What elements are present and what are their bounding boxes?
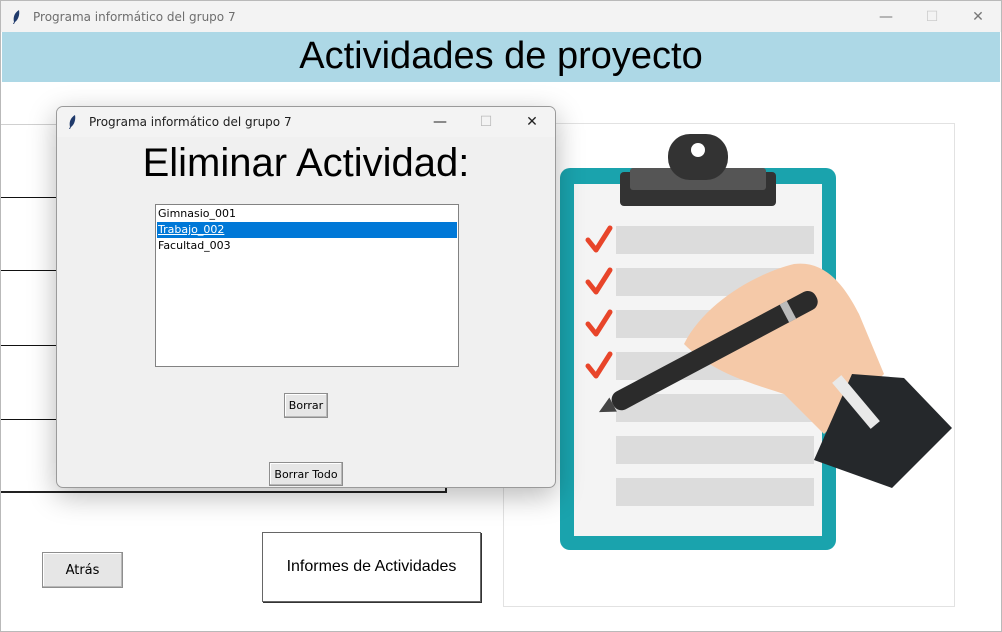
borrar-button[interactable]: Borrar: [284, 393, 328, 418]
minimize-icon: —: [433, 114, 447, 130]
dialog-minimize-button[interactable]: —: [417, 107, 463, 137]
atras-button[interactable]: Atrás: [42, 552, 123, 588]
page-title: Actividades de proyecto: [299, 35, 703, 77]
divider: [1, 124, 57, 125]
list-item[interactable]: Gimnasio_001: [157, 206, 457, 222]
dialog-heading: Eliminar Actividad:: [142, 141, 470, 185]
list-item[interactable]: Facultad_003: [157, 238, 457, 254]
main-window-title: Programa informático del grupo 7: [33, 9, 236, 24]
close-icon: ✕: [526, 114, 538, 130]
maximize-icon: ☐: [925, 8, 939, 25]
maximize-button[interactable]: ☐: [909, 1, 955, 32]
dialog-close-button[interactable]: ✕: [509, 107, 555, 137]
dialog-maximize-button[interactable]: ☐: [463, 107, 509, 137]
close-button[interactable]: ✕: [955, 1, 1001, 32]
dialog-titlebar[interactable]: Programa informático del grupo 7 — ☐ ✕: [57, 107, 555, 137]
clipboard-illustration: [503, 123, 955, 607]
feather-icon: [67, 114, 81, 130]
maximize-icon: ☐: [479, 114, 493, 130]
list-item-selected[interactable]: Trabajo_002: [157, 222, 457, 238]
main-titlebar[interactable]: Programa informático del grupo 7 — ☐ ✕: [1, 1, 1001, 32]
minimize-icon: —: [879, 8, 893, 25]
informes-actividades-button[interactable]: Informes de Actividades: [262, 532, 481, 602]
clipboard-icon: [560, 134, 952, 550]
activity-listbox[interactable]: Gimnasio_001 Trabajo_002 Facultad_003: [155, 204, 459, 367]
eliminar-actividad-dialog: Programa informático del grupo 7 — ☐ ✕ E…: [56, 106, 556, 488]
feather-icon: [11, 9, 25, 25]
minimize-button[interactable]: —: [863, 1, 909, 32]
borrar-todo-button[interactable]: Borrar Todo: [269, 462, 343, 486]
dialog-title: Programa informático del grupo 7: [89, 115, 292, 129]
close-icon: ✕: [972, 8, 984, 25]
